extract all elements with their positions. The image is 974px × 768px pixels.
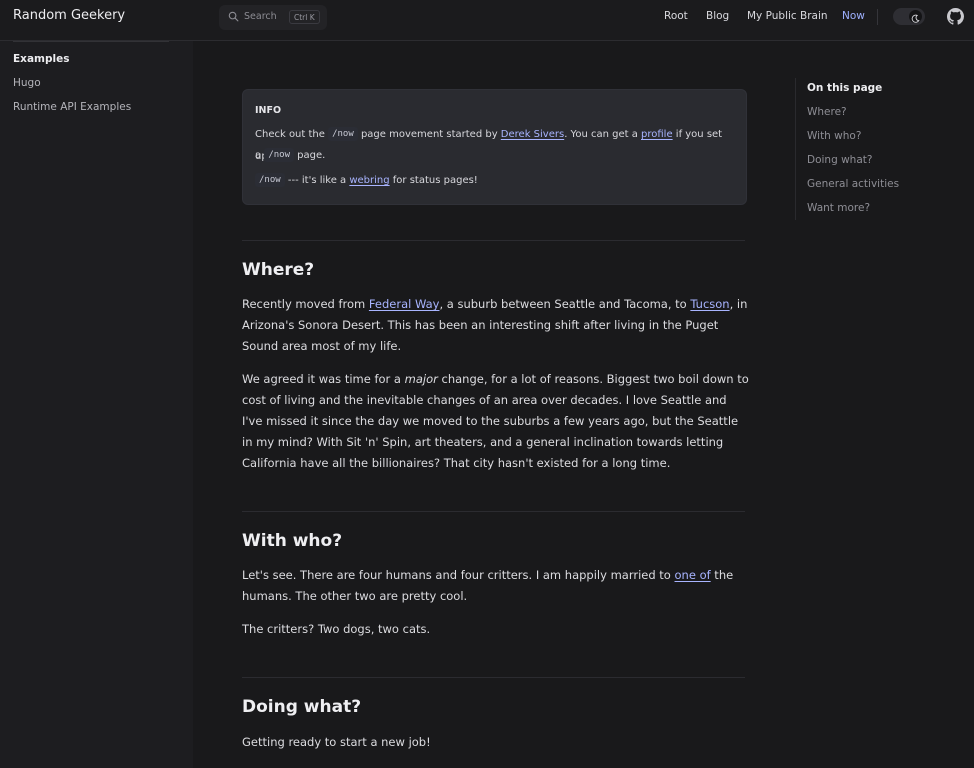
link-one-of[interactable]: one of bbox=[675, 568, 711, 582]
link-derek-sivers[interactable]: Derek Sivers bbox=[501, 129, 564, 140]
text: --- it's like a bbox=[284, 175, 350, 186]
main-content: INFO Check out the /now page movement st… bbox=[193, 41, 974, 768]
moon-icon bbox=[911, 14, 920, 23]
text: We agreed it was time for a bbox=[242, 372, 405, 386]
toc-item-want-more[interactable]: Want more? bbox=[807, 202, 870, 214]
code-now: /now bbox=[328, 127, 358, 141]
heading-doing-what: Doing what? bbox=[242, 697, 362, 717]
text: , a suburb between Seattle and Tacoma, t… bbox=[439, 297, 691, 311]
site-title[interactable]: Random Geekery bbox=[13, 8, 125, 23]
text: change, for a lot of reasons. Biggest tw… bbox=[242, 372, 749, 470]
heading-where: Where? bbox=[242, 260, 315, 280]
toc-item-where[interactable]: Where? bbox=[807, 106, 847, 118]
link-federal-way[interactable]: Federal Way bbox=[369, 297, 440, 311]
sidebar-divider bbox=[13, 41, 169, 42]
nav-link-my-public-brain[interactable]: My Public Brain bbox=[747, 10, 828, 22]
link-profile[interactable]: profile bbox=[641, 129, 673, 140]
paragraph: The critters? Two dogs, two cats. bbox=[242, 622, 431, 636]
nav-link-blog[interactable]: Blog bbox=[706, 10, 729, 22]
info-callout: INFO Check out the /now page movement st… bbox=[242, 89, 747, 205]
github-icon[interactable] bbox=[947, 8, 964, 25]
search-icon bbox=[228, 11, 239, 22]
text: Check out the bbox=[255, 129, 329, 140]
emphasis: major bbox=[404, 372, 438, 386]
section-divider bbox=[242, 677, 745, 678]
code-now: /now bbox=[264, 148, 294, 162]
text: a bbox=[255, 150, 265, 161]
text: page movement started by bbox=[357, 129, 501, 140]
theme-toggle[interactable] bbox=[893, 8, 925, 25]
nav-divider bbox=[877, 9, 878, 25]
top-bar: Random Geekery Search Ctrl K Root Blog M… bbox=[0, 0, 974, 41]
text: Recently moved from bbox=[242, 297, 369, 311]
callout-title: INFO bbox=[255, 105, 282, 116]
code-now: /now bbox=[255, 173, 285, 187]
paragraph: We agreed it was time for a major change… bbox=[242, 369, 750, 474]
text: . You can get a bbox=[564, 129, 642, 140]
callout-line: a /now page. bbox=[255, 145, 735, 167]
toc-border bbox=[795, 78, 796, 220]
paragraph: Let's see. There are four humans and fou… bbox=[242, 565, 750, 607]
toc-item-general-activities[interactable]: General activities bbox=[807, 178, 899, 190]
section-divider bbox=[242, 240, 745, 241]
link-tucson[interactable]: Tucson bbox=[690, 297, 729, 311]
callout-line: /now --- it's like a webring for status … bbox=[255, 170, 735, 192]
text: page. bbox=[294, 150, 326, 161]
search-button[interactable]: Search Ctrl K bbox=[219, 5, 327, 30]
sidebar-item-examples[interactable]: Examples bbox=[13, 53, 69, 65]
section-divider bbox=[242, 511, 745, 512]
text: for status pages! bbox=[389, 175, 478, 186]
search-placeholder: Search bbox=[244, 11, 277, 22]
sidebar: Examples Hugo Runtime API Examples bbox=[0, 41, 193, 768]
toc-item-doing-what[interactable]: Doing what? bbox=[807, 154, 872, 166]
search-shortcut-badge: Ctrl K bbox=[289, 10, 320, 24]
paragraph: Getting ready to start a new job! bbox=[242, 735, 431, 749]
toggle-knob bbox=[909, 10, 922, 23]
text: Let's see. There are four humans and fou… bbox=[242, 568, 675, 582]
sidebar-item-runtime-api-examples[interactable]: Runtime API Examples bbox=[13, 101, 131, 113]
sidebar-item-hugo[interactable]: Hugo bbox=[13, 77, 41, 89]
link-webring[interactable]: webring bbox=[349, 175, 389, 186]
toc-title: On this page bbox=[807, 82, 883, 94]
toc-item-with-who[interactable]: With who? bbox=[807, 130, 861, 142]
nav-link-root[interactable]: Root bbox=[664, 10, 688, 22]
paragraph: Recently moved from Federal Way, a subur… bbox=[242, 294, 750, 357]
nav-link-now[interactable]: Now bbox=[842, 10, 865, 22]
heading-with-who: With who? bbox=[242, 531, 343, 551]
